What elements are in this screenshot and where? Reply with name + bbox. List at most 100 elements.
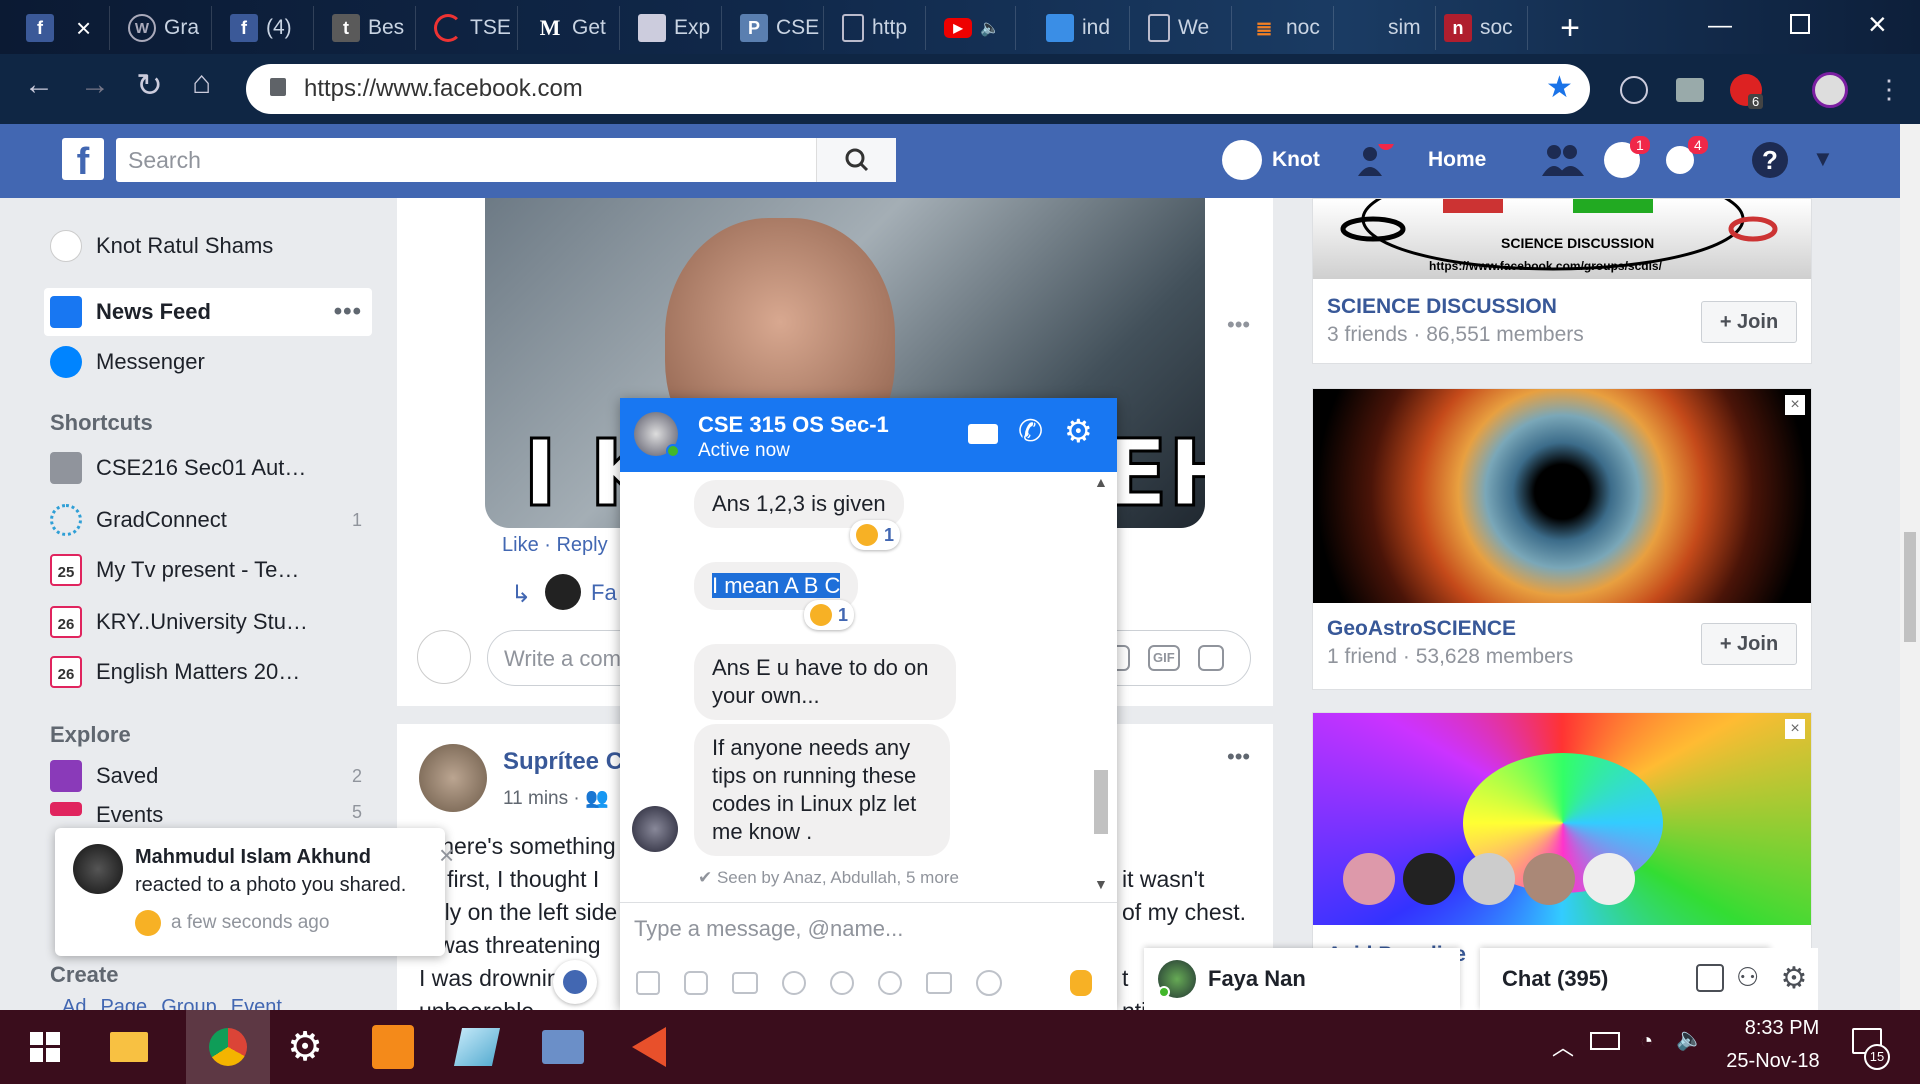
group-banner-image[interactable]: SCIENCE DISCUSSION https://www.facebook.…: [1313, 199, 1811, 279]
home-icon[interactable]: ⌂: [192, 64, 211, 101]
sidebar-item-profile[interactable]: Knot Ratul Shams: [50, 224, 380, 268]
new-tab-button[interactable]: +: [1550, 8, 1590, 48]
chevron-down-icon[interactable]: ▼: [1812, 146, 1834, 172]
avatar[interactable]: [632, 806, 678, 852]
sidebar-item-saved[interactable]: Saved 2: [50, 754, 380, 798]
avatar[interactable]: [1222, 140, 1262, 180]
settings-gear-icon[interactable]: ⚙: [1064, 412, 1093, 450]
sticker-icon[interactable]: [1198, 645, 1224, 671]
new-message-icon[interactable]: [1696, 964, 1724, 992]
browser-tab[interactable]: Exp: [630, 6, 722, 50]
browser-tab-active[interactable]: f ×: [18, 6, 110, 50]
globe-icon[interactable]: [1620, 76, 1648, 104]
back-arrow-icon[interactable]: ←: [24, 68, 54, 102]
group-name[interactable]: SCIENCE DISCUSSION: [1327, 295, 1557, 319]
windows-start-icon[interactable]: [16, 1018, 74, 1076]
browser-tab[interactable]: TSE: [426, 6, 518, 50]
reaction-badge[interactable]: 1: [804, 600, 855, 630]
chat-title[interactable]: CSE 315 OS Sec-1: [698, 412, 889, 438]
bookmark-star-icon[interactable]: ★: [1546, 70, 1573, 105]
browser-tab[interactable]: f (4): [222, 6, 314, 50]
url-text[interactable]: https://www.facebook.com: [304, 75, 583, 103]
create-page-link[interactable]: Page: [100, 996, 147, 1010]
scrollbar-thumb[interactable]: [1094, 770, 1108, 834]
file-explorer-icon[interactable]: [100, 1018, 158, 1076]
gif-icon[interactable]: GIF: [1148, 645, 1180, 671]
sidebar-item-news-feed[interactable]: News Feed •••: [44, 288, 372, 336]
browser-tab[interactable]: M Get: [528, 6, 620, 50]
browser-tab[interactable]: ≣ noc: [1242, 6, 1334, 50]
help-icon[interactable]: ?: [1752, 142, 1788, 178]
reaction-badge[interactable]: 1: [850, 520, 901, 550]
emoji-icon[interactable]: [782, 971, 806, 995]
battery-icon[interactable]: [1590, 1032, 1620, 1050]
chat-settings-gear-icon[interactable]: ⚙: [1770, 948, 1818, 1010]
post-options-icon[interactable]: •••: [1227, 744, 1250, 770]
find-friends-icon[interactable]: [1356, 144, 1394, 178]
browser-tab[interactable]: ind: [1038, 6, 1130, 50]
chat-sidebar-bar[interactable]: Chat (395) ⚇: [1480, 948, 1770, 1010]
clock-date[interactable]: 25-Nov-18: [1718, 1050, 1828, 1073]
menu-dots-icon[interactable]: ⋮: [1876, 74, 1902, 105]
attachment-icon[interactable]: [878, 971, 902, 995]
create-event-link[interactable]: Event: [231, 996, 282, 1010]
pdf-app-icon[interactable]: [364, 1018, 422, 1076]
globe-icon[interactable]: [553, 960, 597, 1004]
friend-requests-icon[interactable]: [1540, 142, 1586, 178]
like-link[interactable]: Like: [502, 534, 539, 556]
group-name[interactable]: GeoAstroSCIENCE: [1327, 617, 1516, 641]
comment-options-icon[interactable]: •••: [1227, 312, 1250, 338]
profile-avatar[interactable]: [1812, 72, 1848, 108]
sidebar-shortcut[interactable]: 26 KRY..University Stu…: [50, 600, 380, 644]
forward-arrow-icon[interactable]: →: [80, 68, 110, 102]
notepad-icon[interactable]: [448, 1018, 506, 1076]
page-scrollbar[interactable]: [1900, 124, 1920, 1010]
close-icon[interactable]: ×: [439, 840, 454, 871]
group-chat-icon[interactable]: ⚇: [1736, 962, 1759, 993]
reload-icon[interactable]: ↻: [136, 66, 163, 104]
avatar[interactable]: [545, 574, 581, 610]
media-app-icon[interactable]: [620, 1018, 678, 1076]
minimize-button[interactable]: —: [1708, 12, 1738, 40]
reply-link[interactable]: Reply: [556, 534, 607, 556]
search-input[interactable]: Search: [116, 138, 896, 182]
join-group-button[interactable]: + Join: [1701, 301, 1797, 343]
more-dots-icon[interactable]: •••: [334, 298, 362, 326]
settings-gear-icon[interactable]: ⚙: [276, 1018, 334, 1076]
maximize-button[interactable]: [1790, 14, 1810, 34]
network-app-icon[interactable]: [534, 1018, 592, 1076]
create-ad-link[interactable]: Ad: [62, 996, 86, 1010]
window-close-button[interactable]: ×: [1868, 6, 1887, 43]
home-link[interactable]: Home: [1428, 148, 1486, 172]
image-icon[interactable]: [636, 971, 660, 995]
browser-tab[interactable]: sim: [1344, 6, 1436, 50]
post-author[interactable]: Suprítee C: [503, 748, 623, 776]
chat-tab-faya[interactable]: Faya Nan: [1144, 948, 1460, 1010]
chrome-icon[interactable]: [186, 1010, 270, 1084]
sidebar-item-messenger[interactable]: Messenger: [50, 340, 380, 384]
facebook-logo[interactable]: f: [62, 138, 104, 183]
wifi-icon[interactable]: ◔: [1640, 1028, 1653, 1054]
close-icon[interactable]: ×: [76, 13, 91, 44]
sidebar-shortcut[interactable]: 26 English Matters 20…: [50, 650, 380, 694]
browser-tab[interactable]: n soc: [1436, 6, 1528, 50]
address-bar[interactable]: https://www.facebook.com ★: [246, 64, 1590, 114]
browser-tab[interactable]: W Gra: [120, 6, 212, 50]
phone-icon[interactable]: ✆: [1018, 414, 1043, 449]
group-banner-image[interactable]: [1313, 713, 1811, 925]
voice-clip-icon[interactable]: [976, 970, 1002, 996]
payment-icon[interactable]: [830, 971, 854, 995]
clock-time[interactable]: 8:33 PM: [1730, 1017, 1834, 1040]
sticker-icon[interactable]: [684, 971, 708, 995]
post-time[interactable]: 11 mins · 👥: [503, 786, 609, 810]
browser-tab[interactable]: t Bes: [324, 6, 416, 50]
scrollbar-thumb[interactable]: [1904, 532, 1916, 642]
group-banner-image[interactable]: [1313, 389, 1811, 603]
message-input[interactable]: Type a message, @name...: [634, 916, 903, 942]
join-group-button[interactable]: + Join: [1701, 623, 1797, 665]
extension-icon[interactable]: [1676, 78, 1704, 102]
video-call-icon[interactable]: [968, 424, 998, 444]
chevron-up-icon[interactable]: ︿: [1552, 1030, 1574, 1062]
volume-icon[interactable]: 🔈: [1676, 1026, 1703, 1052]
search-button[interactable]: [816, 138, 896, 182]
